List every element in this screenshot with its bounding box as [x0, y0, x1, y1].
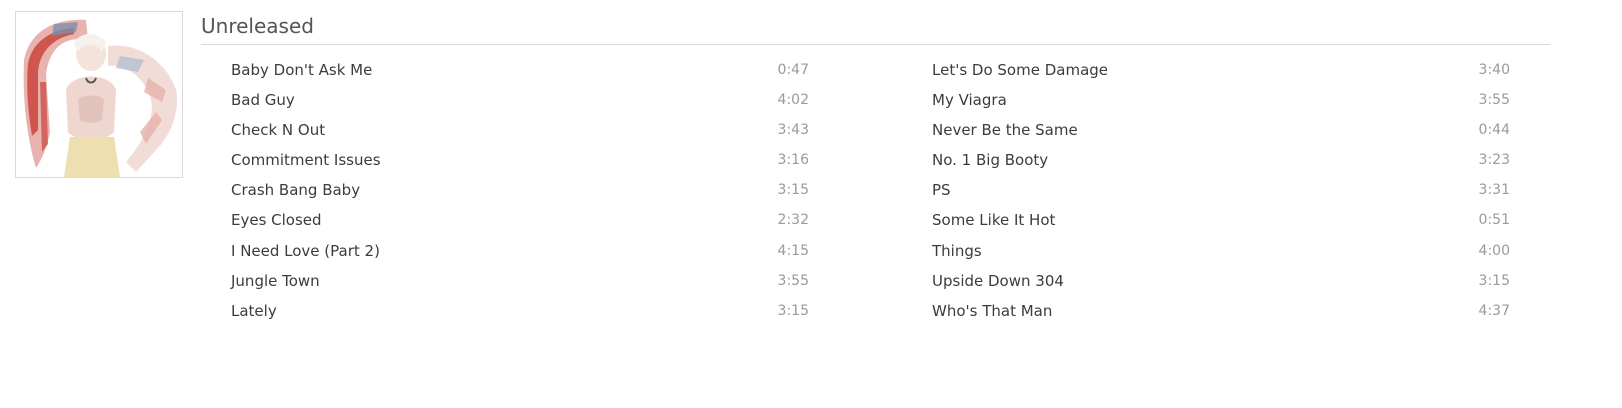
track-duration: 3:16 — [777, 152, 809, 169]
track-duration: 4:15 — [777, 242, 809, 259]
track-name: Let's Do Some Damage — [932, 61, 1109, 79]
track-duration: 3:43 — [777, 122, 809, 139]
track-list-right: Let's Do Some Damage 3:40 My Viagra 3:55 Nev… — [932, 55, 1510, 326]
track-duration: 0:51 — [1478, 212, 1510, 229]
album-artwork[interactable] — [15, 11, 183, 178]
track-row[interactable]: Lately 3:15 — [231, 296, 809, 326]
track-row[interactable]: Who's That Man 4:37 — [932, 296, 1510, 326]
track-duration: 4:37 — [1478, 302, 1510, 319]
track-name: Crash Bang Baby — [231, 181, 361, 200]
track-name: No. 1 Big Booty — [932, 151, 1049, 170]
track-duration: 0:44 — [1478, 122, 1510, 139]
track-row[interactable]: Crash Bang Baby 3:15 — [231, 175, 809, 205]
track-duration: 0:47 — [777, 62, 809, 78]
track-duration: 3:55 — [1478, 92, 1510, 109]
track-duration: 3:55 — [777, 272, 809, 289]
track-row[interactable]: Let's Do Some Damage 3:40 — [932, 55, 1510, 85]
track-row[interactable]: Upside Down 304 3:15 — [932, 266, 1510, 296]
track-name: Check N Out — [231, 121, 326, 140]
track-name: Bad Guy — [231, 91, 295, 110]
track-list-left: Baby Don't Ask Me 0:47 Bad Guy 4:02 Check N … — [231, 55, 809, 326]
track-name: PS — [932, 181, 951, 200]
track-row[interactable]: Check N Out 3:43 — [231, 115, 809, 145]
track-name: Never Be the Same — [932, 121, 1078, 140]
track-duration: 2:32 — [777, 212, 809, 229]
track-duration: 3:15 — [777, 302, 809, 319]
track-name: Things — [932, 241, 982, 260]
track-row[interactable]: Commitment Issues 3:16 — [231, 145, 809, 175]
track-duration: 4:02 — [777, 92, 809, 109]
track-duration: 3:15 — [1478, 272, 1510, 289]
track-row[interactable]: I Need Love (Part 2) 4:15 — [231, 236, 809, 266]
track-row[interactable]: Never Be the Same 0:44 — [932, 115, 1510, 145]
track-name: Commitment Issues — [231, 151, 381, 170]
track-name: Lately — [231, 301, 277, 320]
track-row[interactable]: Things 4:00 — [932, 236, 1510, 266]
track-row[interactable]: Baby Don't Ask Me 0:47 — [231, 55, 809, 85]
track-row[interactable]: Some Like It Hot 0:51 — [932, 205, 1510, 235]
track-name: Baby Don't Ask Me — [231, 61, 373, 79]
track-name: Some Like It Hot — [932, 211, 1056, 230]
track-duration: 3:31 — [1478, 182, 1510, 199]
album-cover-image — [16, 12, 182, 177]
track-duration: 3:23 — [1478, 152, 1510, 169]
track-row[interactable]: My Viagra 3:55 — [932, 85, 1510, 115]
track-duration: 3:15 — [777, 182, 809, 199]
track-name: Eyes Closed — [231, 211, 322, 230]
track-row[interactable]: PS 3:31 — [932, 175, 1510, 205]
track-name: Upside Down 304 — [932, 271, 1064, 290]
track-duration: 3:40 — [1478, 62, 1510, 78]
track-row[interactable]: Eyes Closed 2:32 — [231, 205, 809, 235]
track-name: My Viagra — [932, 91, 1007, 110]
track-row[interactable]: No. 1 Big Booty 3:23 — [932, 145, 1510, 175]
track-name: Jungle Town — [231, 271, 320, 290]
album-header: Unreleased — [201, 12, 1550, 45]
track-duration: 4:00 — [1478, 242, 1510, 259]
track-row[interactable]: Bad Guy 4:02 — [231, 85, 809, 115]
track-name: I Need Love (Part 2) — [231, 241, 380, 260]
track-row[interactable]: Jungle Town 3:55 — [231, 266, 809, 296]
track-name: Who's That Man — [932, 301, 1053, 320]
album-title: Unreleased — [201, 14, 314, 38]
